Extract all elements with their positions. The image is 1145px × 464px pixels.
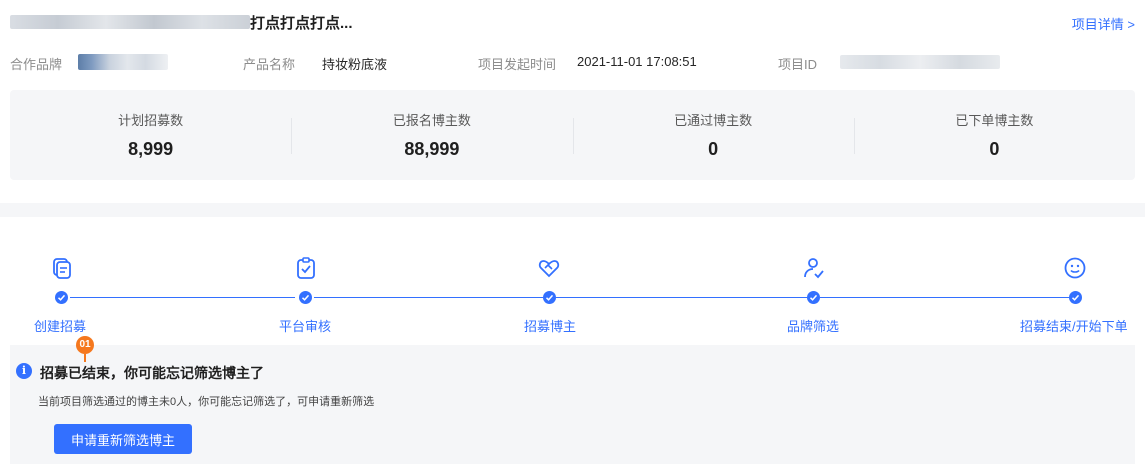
project-id-redacted xyxy=(840,55,1000,69)
project-detail-link[interactable]: 项目详情 > xyxy=(1072,14,1135,33)
user-check-icon xyxy=(804,258,824,279)
project-info-row: 合作品牌 产品名称 持妆粉底液 项目发起时间 2021-11-01 17:08:… xyxy=(10,52,1145,72)
smile-icon xyxy=(1064,257,1086,279)
notice-panel: i 招募已结束，你可能忘记筛选博主了 当前项目筛选通过的博主未0人，你可能忘记筛… xyxy=(10,345,1135,464)
step-done-dot xyxy=(299,291,312,304)
stat-label: 已通过博主数 xyxy=(674,113,753,128)
project-id-label: 项目ID xyxy=(778,57,818,72)
project-title-row: 打点打点打点... 项目详情 > xyxy=(10,10,1145,34)
copy-document-icon xyxy=(53,258,71,279)
info-icon: i xyxy=(16,363,32,379)
stat-approved: 已通过博主数 0 xyxy=(572,90,854,180)
stat-value: 0 xyxy=(708,139,719,159)
guide-badge-pointer xyxy=(84,354,86,362)
progress-steps: 创建招募 平台审核 招募博主 品牌筛选 招募结束/开始下单 xyxy=(0,250,1145,340)
product-label: 产品名称 xyxy=(243,57,296,72)
stat-value: 0 xyxy=(989,139,1000,159)
step-label-recruit: 招募博主 xyxy=(524,319,577,334)
step-connector xyxy=(70,297,295,298)
brand-label: 合作品牌 xyxy=(10,57,63,72)
step-done-dot xyxy=(1069,291,1082,304)
check-icon xyxy=(809,294,818,301)
step-connector xyxy=(556,297,807,298)
stat-value: 88,999 xyxy=(404,139,460,159)
step-label-create: 创建招募 xyxy=(34,319,87,334)
step-done-dot xyxy=(807,291,820,304)
clipboard-check-icon xyxy=(297,257,315,279)
step-label-review: 平台审核 xyxy=(279,319,332,334)
check-icon xyxy=(57,294,66,301)
handshake-icon xyxy=(538,260,560,278)
stat-ordered: 已下单博主数 0 xyxy=(853,90,1135,180)
stat-label: 计划招募数 xyxy=(118,113,184,128)
notice-description: 当前项目筛选通过的博主未0人，你可能忘记筛选了，可申请重新筛选 xyxy=(38,396,375,408)
brand-logo-redacted xyxy=(78,54,168,70)
check-icon xyxy=(1071,294,1080,301)
step-label-brand-filter: 品牌筛选 xyxy=(787,319,840,334)
stats-panel: 计划招募数 8,999 已报名博主数 88,999 已通过博主数 0 已下单博主… xyxy=(10,90,1135,180)
step-done-dot xyxy=(55,291,68,304)
check-icon xyxy=(301,294,310,301)
section-divider xyxy=(0,203,1145,217)
stat-registered: 已报名博主数 88,999 xyxy=(291,90,572,180)
check-icon xyxy=(545,294,554,301)
step-connector xyxy=(314,297,543,298)
notice-title: 招募已结束，你可能忘记筛选博主了 xyxy=(40,365,264,381)
step-connector xyxy=(820,297,1069,298)
product-value: 持妆粉底液 xyxy=(322,57,388,72)
stat-label: 已下单博主数 xyxy=(955,113,1034,128)
start-time-label: 项目发起时间 xyxy=(478,57,557,72)
reapply-filter-button[interactable]: 申请重新筛选博主 xyxy=(54,424,192,454)
stat-label: 已报名博主数 xyxy=(392,113,471,128)
title-redacted-block xyxy=(10,15,250,29)
start-time-value: 2021-11-01 17:08:51 xyxy=(577,54,697,69)
stat-planned: 计划招募数 8,999 xyxy=(10,90,291,180)
stat-value: 8,999 xyxy=(128,139,174,159)
guide-badge: 01 xyxy=(76,336,94,354)
project-title: 打点打点打点... xyxy=(250,15,353,32)
step-done-dot xyxy=(543,291,556,304)
step-label-finish: 招募结束/开始下单 xyxy=(1020,319,1128,334)
